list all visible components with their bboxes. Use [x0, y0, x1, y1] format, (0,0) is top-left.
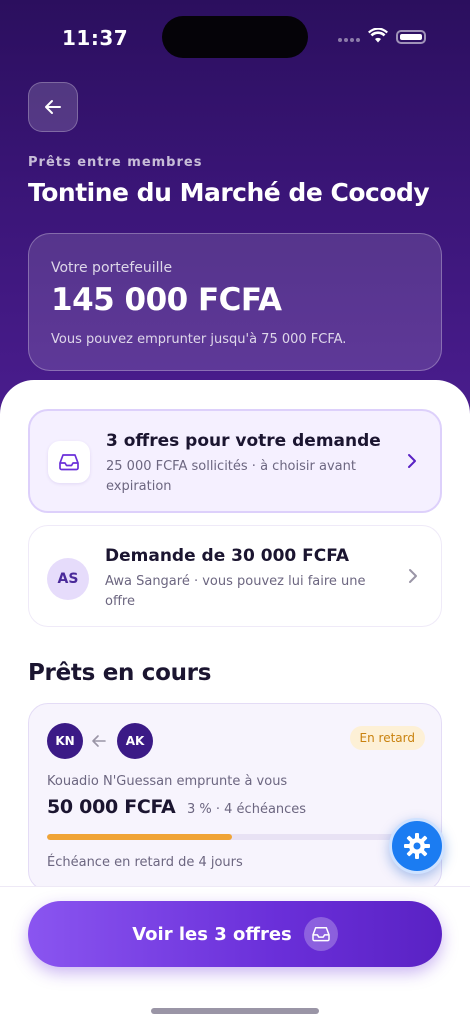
- avatar: AS: [47, 558, 89, 600]
- arrow-left-icon: [92, 735, 106, 747]
- section-title: Prêts en cours: [28, 660, 212, 686]
- loan-amount: 50 000 FCFA: [47, 796, 176, 818]
- dynamic-island: [162, 16, 308, 58]
- status-badge: En retard: [349, 726, 425, 750]
- loan-description: Kouadio N'Guessan emprunte à vous: [47, 774, 288, 789]
- wallet-amount: 145 000 FCFA: [51, 282, 282, 318]
- offers-card[interactable]: 3 offres pour votre demande 25 000 FCFA …: [28, 409, 442, 513]
- wallet-card: Votre portefeuille 145 000 FCFA Vous pou…: [28, 233, 442, 371]
- home-indicator: [151, 1008, 319, 1014]
- chevron-right-icon: [409, 569, 417, 583]
- gear-icon: [404, 833, 430, 859]
- inbox-icon: [303, 917, 338, 951]
- status-time: 11:37: [62, 26, 129, 50]
- avatar: KN: [47, 723, 83, 759]
- loan-card[interactable]: KN AK En retard Kouadio N'Guessan emprun…: [28, 703, 442, 891]
- battery-icon: [396, 30, 426, 44]
- arrow-left-icon: [45, 100, 61, 114]
- inbox-icon: [48, 441, 90, 483]
- avatar: AK: [117, 723, 153, 759]
- wallet-label: Votre portefeuille: [51, 260, 173, 276]
- offers-title: 3 offres pour votre demande: [106, 431, 381, 451]
- request-text: Awa Sangaré · vous pouvez lui faire une …: [105, 574, 366, 609]
- loan-due-text: Échéance en retard de 4 jours: [47, 855, 243, 870]
- loan-terms: 3 % · 4 échéances: [187, 802, 307, 817]
- status-bar: 11:37: [0, 0, 470, 60]
- settings-fab-button[interactable]: [389, 818, 445, 874]
- back-button[interactable]: [28, 82, 78, 132]
- view-offers-button[interactable]: Voir les 3 offres: [28, 901, 442, 967]
- request-card[interactable]: AS Demande de 30 000 FCFA Awa Sangaré · …: [28, 525, 442, 627]
- page-subtitle: Prêts entre membres: [28, 155, 203, 170]
- view-offers-label: Voir les 3 offres: [132, 923, 292, 945]
- loan-progress-track: [47, 834, 417, 840]
- chevron-right-icon: [408, 454, 416, 468]
- wifi-icon: [368, 28, 388, 43]
- page-title: Tontine du Marché de Cocody: [28, 178, 430, 207]
- request-title: Demande de 30 000 FCFA: [105, 546, 350, 566]
- wallet-note: Vous pouvez emprunter jusqu'à 75 000 FCF…: [51, 332, 347, 347]
- loan-progress-fill: [47, 834, 232, 840]
- offers-text: 25 000 FCFA sollicités · à choisir avant…: [106, 459, 356, 494]
- signal-icon: [338, 38, 360, 44]
